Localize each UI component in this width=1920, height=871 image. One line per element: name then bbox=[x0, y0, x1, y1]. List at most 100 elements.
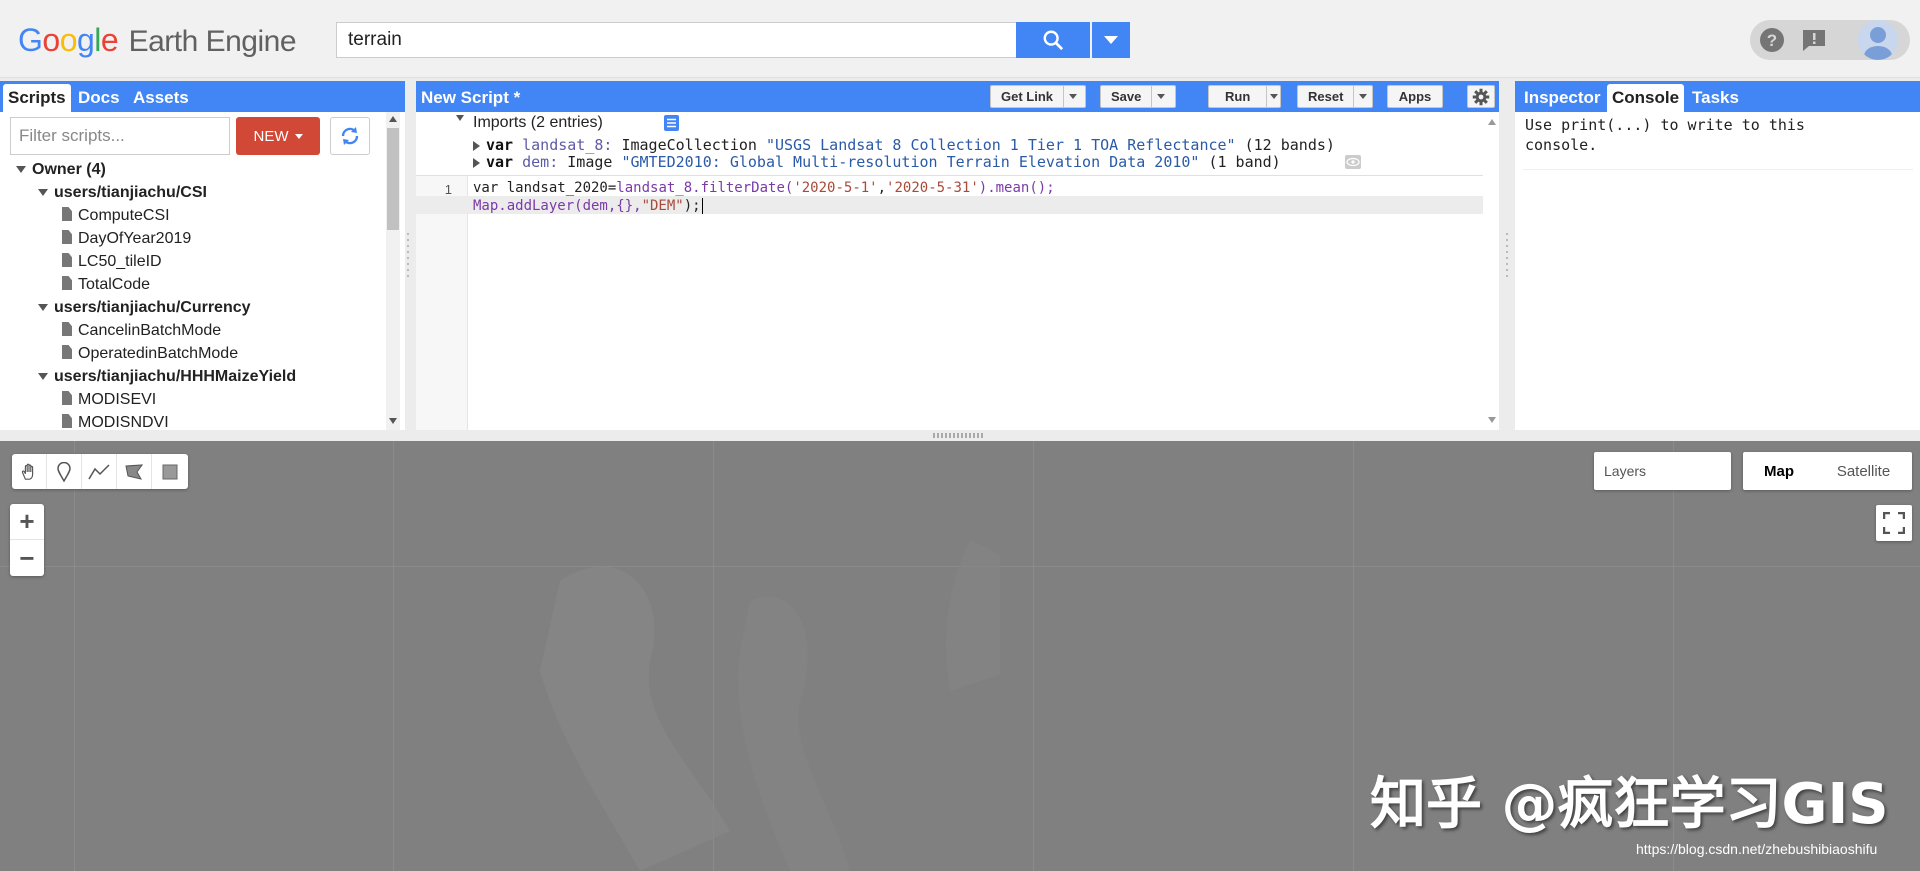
scripts-scrollbar[interactable] bbox=[386, 112, 400, 430]
import-info: (12 bands) bbox=[1244, 136, 1335, 154]
tree-file[interactable]: MODISEVI bbox=[0, 388, 384, 411]
tree-folder[interactable]: users/tianjiachu/Currency bbox=[0, 296, 384, 319]
tree-file-label: LC50_tileID bbox=[78, 253, 162, 270]
tree-folder[interactable]: users/tianjiachu/CSI bbox=[0, 181, 384, 204]
map-type-map[interactable]: Map bbox=[1743, 452, 1815, 490]
tab-inspector[interactable]: Inspector bbox=[1519, 84, 1606, 112]
svg-text:?: ? bbox=[1767, 31, 1777, 50]
search-input[interactable]: terrain bbox=[336, 22, 1016, 58]
tab-assets[interactable]: Assets bbox=[128, 84, 194, 112]
scrollbar-thumb[interactable] bbox=[387, 128, 399, 230]
map-view[interactable]: + − Layers Map Satellite 知乎 @疯狂学习GIS htt… bbox=[0, 441, 1920, 871]
dropdown-icon bbox=[1104, 36, 1118, 44]
code-token: ).mean(); bbox=[978, 180, 1055, 196]
imports-collapse-icon[interactable] bbox=[456, 115, 464, 121]
help-icon[interactable]: ? bbox=[1758, 26, 1786, 54]
reset-dropdown[interactable] bbox=[1353, 86, 1371, 107]
eye-icon[interactable] bbox=[1345, 155, 1361, 169]
tree-folder[interactable]: users/tianjiachu/HHHMaizeYield bbox=[0, 365, 384, 388]
console-divider bbox=[1523, 169, 1913, 170]
scroll-up-arrow-icon[interactable] bbox=[1488, 119, 1496, 125]
import-kw: var bbox=[486, 153, 514, 171]
tree-owner[interactable]: Owner (4) bbox=[0, 158, 384, 181]
run-button[interactable]: Run bbox=[1208, 85, 1281, 108]
get-link-label: Get Link bbox=[1001, 89, 1054, 104]
code-editor[interactable]: Imports (2 entries) var landsat_8: Image… bbox=[416, 112, 1499, 430]
code-token: Map.addLayer(dem,{}, bbox=[473, 198, 642, 214]
tree-file-label: TotalCode bbox=[78, 276, 151, 293]
import-name[interactable]: landsat_8: bbox=[522, 136, 612, 154]
rectangle-icon bbox=[162, 464, 177, 479]
file-icon bbox=[62, 253, 72, 267]
scroll-up-arrow-icon[interactable] bbox=[389, 116, 397, 122]
get-link-button[interactable]: Get Link bbox=[990, 85, 1086, 108]
graticule-line bbox=[74, 441, 75, 871]
run-label: Run bbox=[1225, 89, 1251, 104]
refresh-icon bbox=[341, 127, 359, 145]
imports-header: Imports (2 entries) bbox=[473, 114, 603, 131]
zoom-out-button[interactable]: − bbox=[10, 540, 44, 576]
settings-button[interactable] bbox=[1467, 85, 1495, 108]
editor-scrollbar[interactable] bbox=[1485, 112, 1499, 430]
reset-button[interactable]: Reset bbox=[1297, 85, 1373, 108]
right-splitter-handle[interactable] bbox=[1505, 230, 1511, 280]
left-splitter-handle[interactable] bbox=[406, 230, 412, 280]
import-entry[interactable]: var dem: Image "GMTED2010: Global Multi-… bbox=[473, 153, 1281, 171]
fullscreen-button[interactable] bbox=[1876, 505, 1912, 541]
splitter-handle[interactable] bbox=[933, 433, 985, 438]
new-button[interactable]: NEW bbox=[236, 117, 320, 155]
save-label: Save bbox=[1111, 89, 1142, 104]
account-icon[interactable] bbox=[1858, 20, 1898, 60]
graticule-line bbox=[1353, 441, 1354, 871]
point-tool[interactable] bbox=[47, 454, 82, 489]
code-line-2[interactable]: Map.addLayer(dem,{},"DEM");​ bbox=[473, 198, 703, 214]
expand-icon[interactable] bbox=[473, 140, 480, 151]
scroll-down-arrow-icon[interactable] bbox=[1488, 417, 1496, 423]
import-name[interactable]: dem: bbox=[522, 153, 558, 171]
tab-docs[interactable]: Docs bbox=[73, 84, 125, 112]
map-splitter[interactable] bbox=[0, 430, 1920, 441]
tree-folder-label: users/tianjiachu/Currency bbox=[54, 299, 251, 316]
feedback-icon[interactable] bbox=[1800, 26, 1828, 54]
chevron-down-icon bbox=[294, 133, 303, 139]
zoom-in-button[interactable]: + bbox=[10, 504, 44, 540]
terrain-texture bbox=[540, 541, 1000, 871]
search-options-button[interactable] bbox=[1092, 22, 1130, 58]
logo-google-text: Google bbox=[18, 22, 119, 58]
pan-tool[interactable] bbox=[12, 454, 47, 489]
filter-scripts-input[interactable]: Filter scripts... bbox=[10, 117, 230, 155]
fullscreen-icon bbox=[1883, 512, 1905, 534]
tree-file[interactable]: ComputeCSI bbox=[0, 204, 384, 227]
scroll-down-arrow-icon[interactable] bbox=[389, 418, 397, 424]
run-dropdown[interactable] bbox=[1266, 86, 1280, 107]
tree-folder-label: users/tianjiachu/CSI bbox=[54, 184, 207, 201]
source-url-text: https://blog.csdn.net/zhebushibiaoshifu bbox=[1636, 841, 1878, 857]
tab-scripts[interactable]: Scripts bbox=[3, 84, 71, 112]
code-token: '2020-5-31' bbox=[886, 180, 979, 196]
tree-file[interactable]: MODISNDVI bbox=[0, 411, 384, 430]
line-tool[interactable] bbox=[82, 454, 117, 489]
refresh-button[interactable] bbox=[330, 117, 370, 155]
save-dropdown[interactable] bbox=[1151, 86, 1169, 107]
import-entry[interactable]: var landsat_8: ImageCollection "USGS Lan… bbox=[473, 136, 1335, 154]
get-link-dropdown[interactable] bbox=[1063, 86, 1081, 107]
apps-button[interactable]: Apps bbox=[1387, 85, 1443, 108]
save-button[interactable]: Save bbox=[1100, 85, 1176, 108]
tree-file[interactable]: TotalCode bbox=[0, 273, 384, 296]
tree-file[interactable]: OperatedinBatchMode bbox=[0, 342, 384, 365]
search-button[interactable] bbox=[1016, 22, 1090, 58]
expand-icon[interactable] bbox=[473, 157, 480, 168]
tab-console[interactable]: Console bbox=[1607, 84, 1685, 112]
tree-file[interactable]: DayOfYear2019 bbox=[0, 227, 384, 250]
tab-tasks[interactable]: Tasks bbox=[1687, 84, 1744, 112]
tree-file[interactable]: CancelinBatchMode bbox=[0, 319, 384, 342]
polygon-tool[interactable] bbox=[117, 454, 152, 489]
rectangle-tool[interactable] bbox=[152, 454, 187, 489]
code-token: "DEM" bbox=[641, 198, 684, 214]
tree-file[interactable]: LC50_tileID bbox=[0, 250, 384, 273]
google-earth-engine-logo[interactable]: Google Earth Engine bbox=[18, 22, 297, 59]
imports-doc-icon[interactable] bbox=[664, 115, 679, 131]
code-line-1[interactable]: var landsat_2020=landsat_8.filterDate('2… bbox=[473, 180, 1055, 196]
map-type-satellite[interactable]: Satellite bbox=[1815, 452, 1912, 490]
layers-button[interactable]: Layers bbox=[1594, 452, 1731, 490]
